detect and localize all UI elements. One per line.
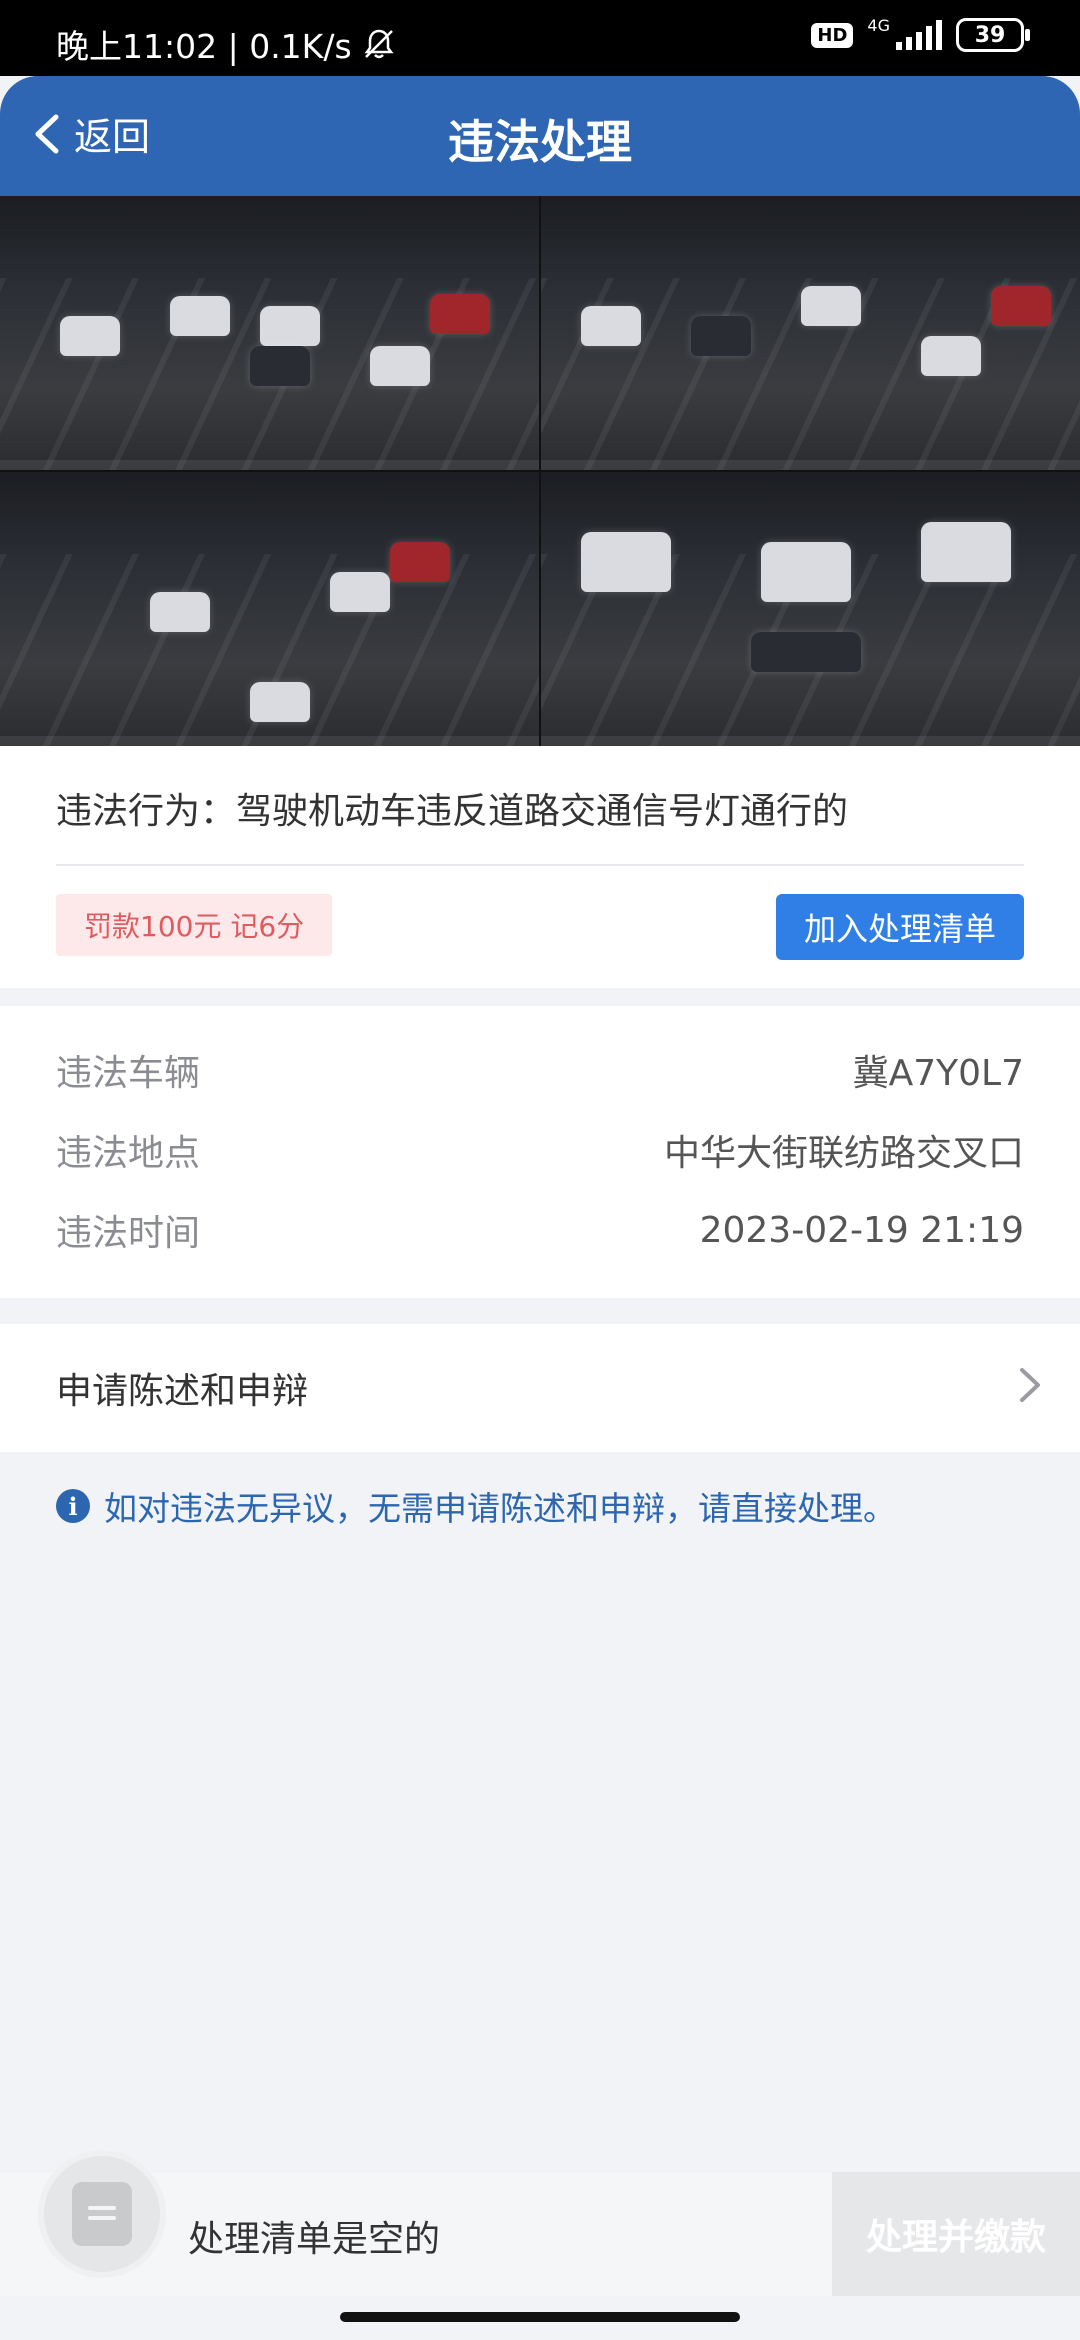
violation-photo-2[interactable] bbox=[541, 196, 1080, 470]
bottom-bar: 处理清单是空的 处理并缴款 bbox=[0, 2156, 1080, 2296]
home-indicator[interactable] bbox=[340, 2312, 740, 2322]
app-header: 返回 违法处理 bbox=[0, 76, 1080, 196]
chevron-right-icon bbox=[1020, 1368, 1040, 1402]
status-bar: 晚上11:02 | 0.1K/s HD 4G 39 bbox=[0, 0, 1080, 76]
detail-row-time: 违法时间 2023-02-19 21:19 bbox=[56, 1202, 1024, 1258]
detail-label: 违法地点 bbox=[56, 1133, 201, 1174]
violation-photo-1[interactable] bbox=[0, 196, 539, 470]
page-title: 违法处理 bbox=[448, 115, 632, 169]
appeal-row[interactable]: 申请陈述和申辩 bbox=[0, 1324, 1080, 1452]
battery-level: 39 bbox=[974, 22, 1006, 48]
violation-photo-3[interactable] bbox=[0, 472, 539, 746]
detail-value: 2023-02-19 21:19 bbox=[699, 1209, 1024, 1251]
empty-list-text: 处理清单是空的 bbox=[188, 2219, 441, 2260]
add-to-list-button[interactable]: 加入处理清单 bbox=[775, 894, 1024, 960]
penalty-badge: 罚款100元 记6分 bbox=[56, 894, 333, 956]
divider bbox=[56, 864, 1024, 866]
list-icon[interactable] bbox=[44, 2156, 160, 2272]
detail-row-location: 违法地点 中华大街联纺路交叉口 bbox=[56, 1122, 1024, 1178]
detail-label: 违法时间 bbox=[56, 1213, 201, 1254]
violation-photos bbox=[0, 196, 1080, 746]
info-text: 如对违法无异议，无需申请陈述和申辩，请直接处理。 bbox=[104, 1489, 896, 1528]
detail-value: 冀A7Y0L7 bbox=[852, 1053, 1024, 1094]
info-notice: i 如对违法无异议，无需申请陈述和申辩，请直接处理。 bbox=[56, 1482, 896, 1530]
status-time: 晚上11:02 | 0.1K/s bbox=[56, 27, 352, 66]
violation-photo-4[interactable] bbox=[541, 472, 1080, 746]
info-icon: i bbox=[56, 1489, 90, 1523]
violation-card: 违法行为：驾驶机动车违反道路交通信号灯通行的 罚款100元 记6分 加入处理清单 bbox=[0, 746, 1080, 988]
detail-value: 中华大街联纺路交叉口 bbox=[663, 1133, 1024, 1174]
battery-icon: 39 bbox=[956, 18, 1030, 52]
status-left: 晚上11:02 | 0.1K/s bbox=[56, 20, 396, 68]
status-right: HD 4G 39 bbox=[811, 15, 1030, 52]
details-card: 违法车辆 冀A7Y0L7 违法地点 中华大街联纺路交叉口 违法时间 2023-0… bbox=[0, 1006, 1080, 1298]
mute-bell-icon bbox=[364, 29, 394, 59]
process-and-pay-button[interactable]: 处理并缴款 bbox=[832, 2172, 1080, 2296]
detail-row-vehicle: 违法车辆 冀A7Y0L7 bbox=[56, 1042, 1024, 1098]
appeal-label: 申请陈述和申辩 bbox=[56, 1371, 309, 1412]
network-type: 4G bbox=[867, 15, 890, 35]
detail-label: 违法车辆 bbox=[56, 1053, 201, 1094]
hd-badge: HD bbox=[811, 22, 854, 48]
violation-behavior: 违法行为：驾驶机动车违反道路交通信号灯通行的 bbox=[56, 791, 849, 832]
signal-icon bbox=[896, 20, 942, 50]
